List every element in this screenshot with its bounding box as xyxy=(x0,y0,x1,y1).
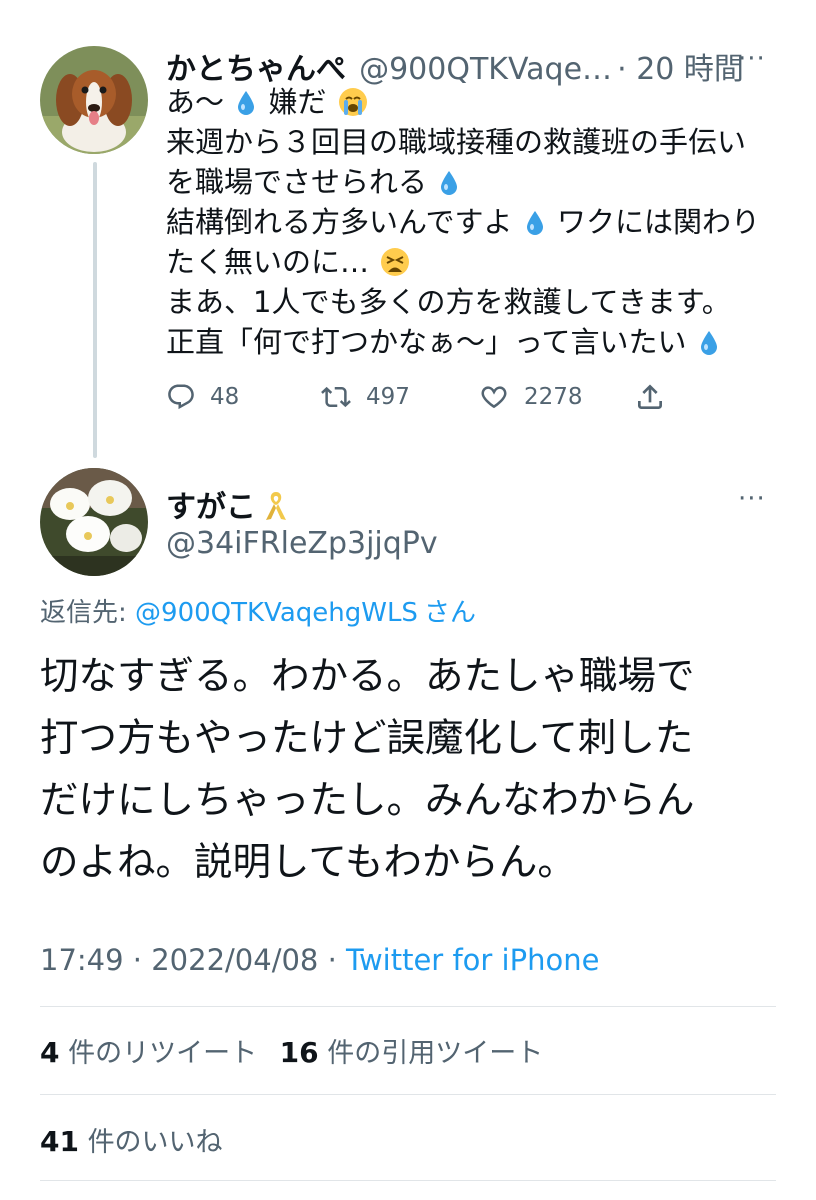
divider xyxy=(40,1180,776,1181)
yellow-ribbon-emoji xyxy=(266,492,287,520)
reply-action[interactable]: 48 xyxy=(166,382,239,412)
water-drop-icon xyxy=(441,171,458,195)
reply-icon xyxy=(168,384,194,410)
parent-line-5: 結構倒れる方多いんですよ xyxy=(166,205,513,239)
likes-stat[interactable]: 41 件のいいね xyxy=(40,1120,223,1159)
likes-count: 41 xyxy=(40,1125,79,1158)
share-icon[interactable] xyxy=(634,381,666,417)
parent-line-2: 嫌だ xyxy=(268,85,327,119)
parent-avatar[interactable] xyxy=(40,46,148,154)
parent-tweet-text: あ〜 嫌だ 来週から３回目の職域接種の救護班の手伝い を職場でさせられる 結構倒… xyxy=(166,82,786,362)
reply-to-prefix: 返信先: xyxy=(40,598,136,628)
water-drop-icon xyxy=(238,91,255,115)
retweets-count: 4 xyxy=(40,1036,60,1069)
parent-line-8: まあ、1人でも多くの方を救護してきます。 xyxy=(166,285,731,319)
reply-text-line: 打つ方もやったけど誤魔化して刺した xyxy=(40,716,694,761)
crying-face-emoji xyxy=(338,88,367,116)
quotes-stat[interactable]: 16 件の引用ツイート xyxy=(279,1036,544,1069)
retweet-action[interactable]: 497 xyxy=(320,382,410,412)
reply-avatar[interactable] xyxy=(40,468,148,576)
reply-author: すがこ xyxy=(166,482,289,526)
quotes-label: 件の引用ツイート xyxy=(327,1038,544,1069)
tweet-source[interactable]: Twitter for iPhone xyxy=(346,943,599,977)
water-drop-icon xyxy=(700,331,717,355)
parent-line-6: ワクには関わり xyxy=(557,205,761,239)
parent-more-icon[interactable]: ··· xyxy=(738,44,766,74)
retweets-stat[interactable]: 4 件のリツイート xyxy=(40,1036,258,1069)
retweet-icon xyxy=(321,386,351,408)
retweets-label: 件のリツイート xyxy=(68,1038,258,1069)
parent-line-3: 来週から３回目の職域接種の救護班の手伝い xyxy=(166,125,747,159)
tweet-meta: 17:49 · 2022/04/08 · Twitter for iPhone xyxy=(40,943,599,977)
like-icon xyxy=(481,386,507,409)
reply-count: 48 xyxy=(210,384,240,410)
water-drop-icon xyxy=(526,211,543,235)
reply-tweet-text: 切なすぎる。わかる。あたしゃ職場で 打つ方もやったけど誤魔化して刺した だけにし… xyxy=(40,646,780,894)
divider xyxy=(40,1006,776,1007)
parent-line-4: を職場でさせられる xyxy=(166,165,428,199)
parent-line-7: たく無いのに… xyxy=(166,245,370,279)
reply-more-icon[interactable]: ··· xyxy=(738,484,766,514)
reply-display-name[interactable]: すがこ xyxy=(166,490,256,525)
like-action[interactable]: 2278 xyxy=(478,382,583,412)
thread-line xyxy=(93,162,97,458)
retweet-quote-stats: 4 件のリツイート 16 件の引用ツイート xyxy=(40,1031,543,1070)
parent-line-1: あ〜 xyxy=(166,85,225,119)
reply-text-line: のよね。説明してもわからん。 xyxy=(40,840,576,885)
reply-to-line: 返信先: @900QTKVaqehgWLS さん xyxy=(40,592,476,629)
reply-text-line: 切なすぎる。わかる。あたしゃ職場で xyxy=(40,654,695,699)
tweet-timestamp[interactable]: 17:49 · 2022/04/08 · xyxy=(40,943,346,977)
divider xyxy=(40,1094,776,1095)
reply-to-handle[interactable]: @900QTKVaqehgWLS xyxy=(135,598,418,628)
reply-to-suffix[interactable]: さん xyxy=(424,598,476,628)
reply-text-line: だけにしちゃったし。みんなわからん xyxy=(40,778,695,823)
reply-handle[interactable]: @34iFRleZp3jjqPv xyxy=(166,526,438,561)
parent-line-9: 正直「何で打つかなぁ〜」って言いたい xyxy=(166,325,687,359)
quotes-count: 16 xyxy=(279,1036,319,1069)
weary-face-emoji xyxy=(381,248,410,276)
likes-label: 件のいいね xyxy=(87,1127,223,1158)
like-count: 2278 xyxy=(524,384,583,410)
retweet-count: 497 xyxy=(366,384,410,410)
